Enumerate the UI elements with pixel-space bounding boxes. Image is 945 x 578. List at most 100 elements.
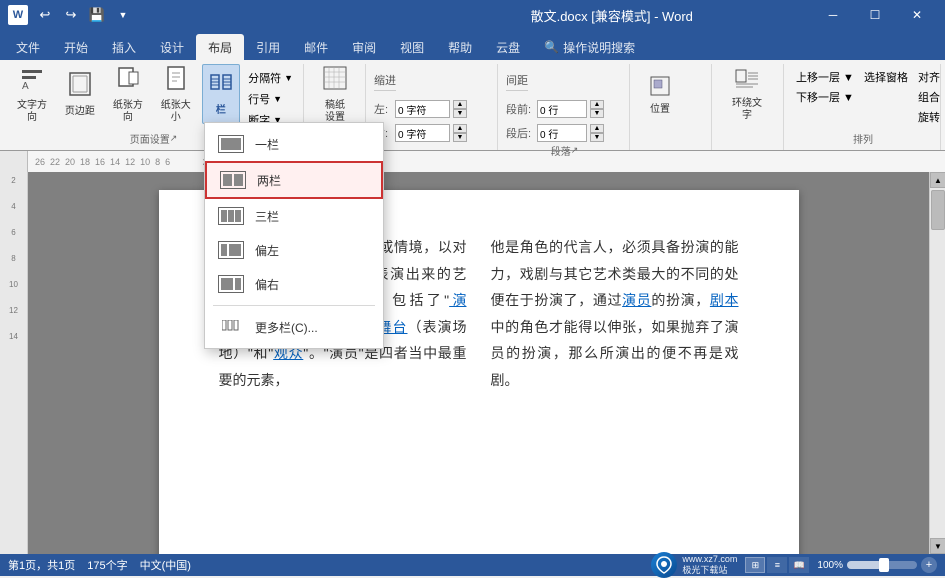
zoom-thumb[interactable] — [879, 558, 889, 572]
spacing-before-up[interactable]: ▲ — [590, 100, 604, 109]
zoom-slider[interactable] — [847, 561, 917, 569]
quick-access-dropdown[interactable]: ▼ — [112, 4, 134, 26]
minimize-button[interactable]: ─ — [813, 0, 853, 30]
watermark-logo — [651, 552, 677, 578]
zoom-in-button[interactable]: + — [921, 557, 937, 573]
margins-button[interactable]: 页边距 — [58, 64, 102, 124]
tab-insert[interactable]: 插入 — [100, 34, 148, 60]
bring-forward-button[interactable]: 上移一层 ▼ — [792, 68, 858, 86]
tab-cloud[interactable]: 云盘 — [484, 34, 532, 60]
vertical-scrollbar[interactable]: ▲ ▼ — [929, 172, 945, 554]
indent-right-input[interactable] — [395, 124, 450, 142]
ruler-container: 26 22 20 18 16 14 12 10 8 6 2 4 6 8 10 1… — [0, 150, 945, 172]
page-info: 第1页，共1页 — [8, 557, 75, 573]
link-actor2[interactable]: 演员 — [622, 292, 651, 308]
indent-right-down[interactable]: ▼ — [453, 133, 467, 142]
scroll-up-button[interactable]: ▲ — [930, 172, 945, 188]
draft-content: 稿纸设置 — [312, 64, 359, 130]
close-button[interactable]: ✕ — [897, 0, 937, 30]
more-col-label: 更多栏(C)... — [255, 319, 318, 336]
scroll-track — [930, 188, 945, 538]
tab-mail[interactable]: 邮件 — [292, 34, 340, 60]
spacing-before-down[interactable]: ▼ — [590, 109, 604, 118]
indent-right-row: 右: ▲ ▼ — [374, 124, 467, 142]
indent-right-up[interactable]: ▲ — [453, 124, 467, 133]
wrap-content: 环绕文字 — [720, 64, 777, 130]
two-col-icon — [219, 169, 247, 191]
scroll-thumb[interactable] — [931, 190, 945, 230]
restore-button[interactable]: ☐ — [855, 0, 895, 30]
text-direction-button[interactable]: A 文字方向 — [10, 64, 54, 124]
indent-left-spin: ▲ ▼ — [453, 100, 467, 118]
ribbon-small-buttons: 分隔符 ▼ 行号 ▼ 断字 ▼ — [244, 64, 297, 130]
menu-item-left-col[interactable]: 偏左 — [205, 233, 383, 267]
columns-button[interactable]: 栏 — [202, 64, 240, 124]
tab-file[interactable]: 文件 — [4, 34, 52, 60]
draft-paper-button[interactable]: 稿纸设置 — [312, 64, 358, 124]
save-button[interactable]: 💾 — [86, 4, 108, 26]
language: 中文(中国) — [140, 557, 191, 573]
tab-review[interactable]: 审阅 — [340, 34, 388, 60]
paper-size-button[interactable]: 纸张大小 — [154, 64, 198, 124]
tab-home[interactable]: 开始 — [52, 34, 100, 60]
one-col-label: 一栏 — [255, 136, 279, 153]
spacing-after-label: 段后: — [506, 125, 534, 141]
doc-scroll-area[interactable]: 戏剧是由演员将某个故事或情境，以对话、歌唱或动作等方式表演出来的艺术。戏剧有四个… — [28, 172, 929, 554]
select-pane-button[interactable]: 选择窗格 — [860, 68, 912, 86]
link-script[interactable]: 剧本 — [710, 292, 739, 308]
separator-arrow: ▼ — [284, 73, 293, 83]
align-button[interactable]: 对齐 ▼ — [914, 68, 945, 86]
tab-references[interactable]: 引用 — [244, 34, 292, 60]
spacing-after-spin: ▲ ▼ — [590, 124, 604, 142]
send-backward-button[interactable]: 下移一层 ▼ — [792, 88, 858, 106]
indent-left-down[interactable]: ▼ — [453, 109, 467, 118]
spacing-after-input[interactable] — [537, 124, 587, 142]
tab-design[interactable]: 设计 — [148, 34, 196, 60]
dropdown-divider — [213, 305, 375, 306]
tab-view[interactable]: 视图 — [388, 34, 436, 60]
margins-icon — [67, 71, 93, 102]
line-number-button[interactable]: 行号 ▼ — [244, 90, 297, 108]
menu-item-three-col[interactable]: 三栏 — [205, 199, 383, 233]
line-number-label: 行号 — [248, 91, 270, 107]
spacing-after-down[interactable]: ▼ — [590, 133, 604, 142]
position-group-label — [638, 130, 705, 146]
spacing-before-input[interactable] — [537, 100, 587, 118]
title-bar-left: W ↩ ↪ 💾 ▼ — [8, 4, 411, 26]
orientation-button[interactable]: 纸张方向 — [106, 64, 150, 124]
spacing-after-up[interactable]: ▲ — [590, 124, 604, 133]
ribbon-group-indent: 缩进 左: ▲ ▼ 右: ▲ ▼ — [368, 64, 498, 150]
view-read-button[interactable]: 📖 — [789, 557, 809, 573]
spacing-before-row: 段前: ▲ ▼ — [506, 100, 604, 118]
ribbon-group-arrange: 上移一层 ▼ 下移一层 ▼ 选择窗格 对齐 ▼ 组合 ▼ 旋转 ▼ 排列 — [786, 64, 941, 150]
columns-label: 栏 — [216, 105, 226, 117]
separator-button[interactable]: 分隔符 ▼ — [244, 69, 297, 87]
position-button[interactable]: 位置 — [638, 68, 682, 123]
tab-help[interactable]: 帮助 — [436, 34, 484, 60]
ribbon-group-position: 位置 — [632, 64, 712, 150]
indent-left-input[interactable] — [395, 100, 450, 118]
watermark-name: 极光下载站 — [682, 565, 737, 576]
three-col-label: 三栏 — [255, 208, 279, 225]
menu-item-more-col[interactable]: 更多栏(C)... — [205, 310, 383, 344]
menu-item-two-col[interactable]: 两栏 — [205, 161, 383, 199]
quick-access-toolbar: ↩ ↪ 💾 ▼ — [34, 4, 134, 26]
app-wrapper: W ↩ ↪ 💾 ▼ 散文.docx [兼容模式] - Word ─ ☐ ✕ 文件… — [0, 0, 945, 576]
group-button[interactable]: 组合 ▼ — [914, 88, 945, 106]
view-print-button[interactable]: ⊞ — [745, 557, 765, 573]
separator-label: 分隔符 — [248, 70, 281, 86]
indent-left-up[interactable]: ▲ — [453, 100, 467, 109]
wrap-group-label — [720, 130, 777, 146]
indent-left-row: 左: ▲ ▼ — [374, 100, 467, 118]
redo-button[interactable]: ↪ — [60, 4, 82, 26]
tab-search[interactable]: 🔍 操作说明搜索 — [532, 34, 647, 60]
menu-item-one-col[interactable]: 一栏 — [205, 127, 383, 161]
svg-text:A: A — [22, 81, 29, 92]
tab-layout[interactable]: 布局 — [196, 34, 244, 60]
wrap-text-button[interactable]: 环绕文字 — [720, 68, 774, 123]
menu-item-right-col[interactable]: 偏右 — [205, 267, 383, 301]
word-app-icon: W — [8, 5, 28, 25]
view-web-button[interactable]: ≡ — [767, 557, 787, 573]
undo-button[interactable]: ↩ — [34, 4, 56, 26]
rotate-button[interactable]: 旋转 ▼ — [914, 108, 945, 126]
